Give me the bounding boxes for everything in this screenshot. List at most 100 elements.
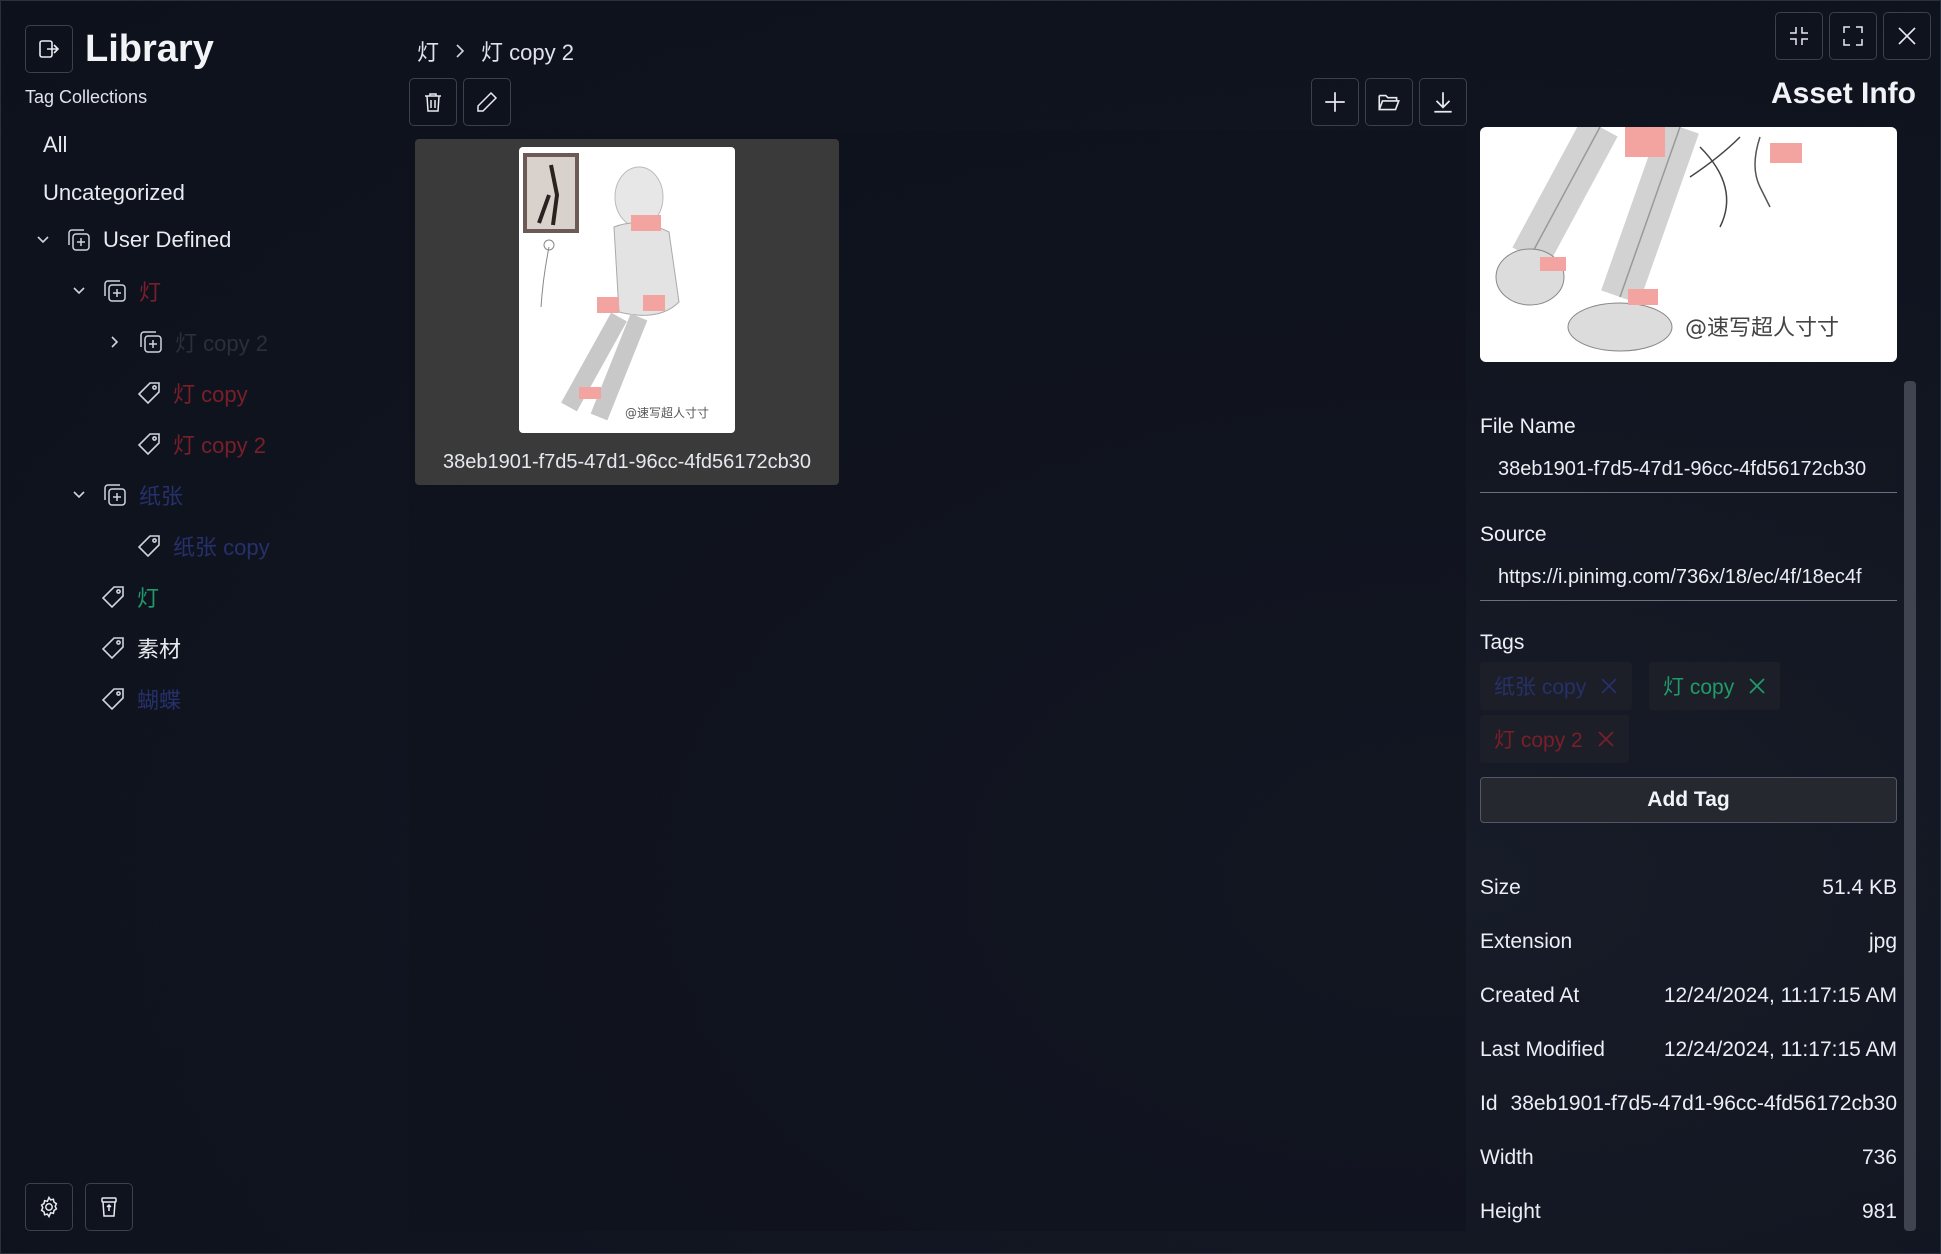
tree-item-all[interactable]: All — [43, 125, 67, 165]
close-icon — [1898, 27, 1916, 45]
tag-chip-deng-copy[interactable]: 灯 copy — [1649, 662, 1781, 710]
tag-chip-label: 纸张 copy — [1494, 676, 1587, 699]
prop-value: 12/24/2024, 11:17:15 AM — [1663, 1038, 1897, 1061]
settings-button[interactable] — [25, 1183, 73, 1231]
tree-item-collection-zhizhang[interactable]: 纸张 — [69, 475, 183, 515]
remove-tag-icon[interactable] — [1748, 677, 1766, 695]
tree-item-tag-deng[interactable]: 灯 — [99, 577, 159, 617]
folder-open-icon — [1378, 94, 1400, 111]
sidebar: Library Tag Collections All Uncategorize… — [1, 1, 406, 1254]
tag-icon — [99, 685, 127, 713]
prop-value: 981 — [1861, 1200, 1897, 1223]
prop-label: Last Modified — [1480, 1038, 1605, 1061]
prop-label: Created At — [1480, 984, 1580, 1007]
add-asset-button[interactable] — [1311, 78, 1359, 126]
preview-watermark: @速写超人寸寸 — [1685, 316, 1839, 341]
collection-icon — [101, 277, 129, 305]
prop-created-at: Created At 12/24/2024, 11:17:15 AM — [1480, 984, 1897, 1008]
chevron-down-icon[interactable] — [69, 485, 89, 505]
prop-label: Width — [1480, 1146, 1534, 1169]
download-icon — [1434, 92, 1452, 113]
prop-extension: Extension jpg — [1480, 930, 1897, 954]
prop-value: 12/24/2024, 11:17:15 AM — [1663, 984, 1897, 1007]
prop-height: Height 981 — [1480, 1200, 1897, 1224]
sidebar-header: Library — [25, 25, 214, 73]
prop-value: 736 — [1861, 1146, 1897, 1169]
tree-item-label: 素材 — [137, 637, 182, 662]
recycle-bin-button[interactable] — [85, 1183, 133, 1231]
breadcrumb-current[interactable]: 灯 copy 2 — [481, 35, 574, 67]
tree-item-collection-deng-copy-2[interactable]: 灯 copy 2 — [105, 322, 268, 362]
info-scrollbar[interactable] — [1904, 381, 1916, 1231]
close-button[interactable] — [1883, 12, 1931, 60]
tag-icon — [135, 430, 163, 458]
asset-card-caption: 38eb1901-f7d5-47d1-96cc-4fd56172cb30 — [442, 451, 812, 473]
tree-item-label: 灯 copy 2 — [173, 433, 266, 458]
open-folder-button[interactable] — [1365, 78, 1413, 126]
tag-chip-label: 灯 copy 2 — [1494, 729, 1583, 752]
tree-item-uncategorized[interactable]: Uncategorized — [43, 173, 185, 213]
tree-item-label: Uncategorized — [43, 180, 185, 205]
tree-item-label: 纸张 copy — [173, 535, 270, 560]
tag-chip-deng-copy-2[interactable]: 灯 copy 2 — [1480, 715, 1629, 763]
delete-button[interactable] — [409, 78, 457, 126]
tree-item-label: 灯 — [139, 280, 162, 305]
fullscreen-button[interactable] — [1829, 12, 1877, 60]
source-input[interactable]: https://i.pinimg.com/736x/18/ec/4f/18ec4… — [1480, 555, 1897, 601]
collection-icon — [101, 481, 129, 509]
window-controls — [1775, 12, 1931, 60]
tag-chip-zhizhang-copy[interactable]: 纸张 copy — [1480, 662, 1633, 710]
minimize-button[interactable] — [1775, 12, 1823, 60]
chevron-right-icon — [453, 43, 467, 59]
exit-button[interactable] — [25, 25, 73, 73]
chevron-down-icon[interactable] — [33, 230, 53, 250]
tag-collections-heading: Tag Collections — [25, 87, 148, 107]
collection-icon — [137, 328, 165, 356]
prop-last-modified: Last Modified 12/24/2024, 11:17:15 AM — [1480, 1038, 1897, 1062]
remove-tag-icon[interactable] — [1600, 677, 1618, 695]
tree-item-tag-zhizhang-copy[interactable]: 纸张 copy — [135, 526, 270, 566]
asset-card[interactable]: @速写超人寸寸 38eb1901-f7d5-47d1-96cc-4fd56172… — [415, 139, 839, 485]
asset-thumbnail: @速写超人寸寸 — [519, 147, 735, 433]
remove-tag-icon[interactable] — [1597, 730, 1615, 748]
rename-button[interactable] — [463, 78, 511, 126]
tree-item-tag-hudie[interactable]: 蝴蝶 — [99, 679, 181, 719]
prop-label: Id — [1480, 1092, 1498, 1115]
sidebar-footer — [25, 1183, 133, 1231]
prop-label: Size — [1480, 876, 1521, 899]
tag-icon — [135, 532, 163, 560]
tree-item-label: User Defined — [103, 227, 232, 252]
recycle-bin-icon — [101, 1197, 117, 1217]
prop-value: 51.4 KB — [1822, 876, 1897, 899]
tree-item-tag-deng-copy[interactable]: 灯 copy — [135, 373, 248, 413]
tree-item-tag-deng-copy-2[interactable]: 灯 copy 2 — [135, 424, 266, 464]
collection-icon — [65, 226, 93, 254]
plus-icon — [1325, 92, 1345, 112]
tree-item-tag-sucai[interactable]: 素材 — [99, 628, 181, 668]
prop-value: 38eb1901-f7d5-47d1-96cc-4fd56172cb30 — [1510, 1092, 1897, 1115]
tree-item-label: 灯 copy — [173, 382, 248, 407]
chevron-right-icon[interactable] — [105, 332, 125, 352]
tree-item-label: 纸张 — [139, 484, 184, 509]
breadcrumb: 灯 灯 copy 2 — [417, 35, 574, 67]
chevron-down-icon[interactable] — [69, 281, 89, 301]
download-button[interactable] — [1419, 78, 1467, 126]
toolbar-right — [1311, 78, 1467, 126]
prop-width: Width 736 — [1480, 1146, 1897, 1170]
tree-item-collection-deng[interactable]: 灯 — [69, 271, 161, 311]
file-name-label: File Name — [1480, 415, 1576, 438]
tree-item-user-defined[interactable]: User Defined — [33, 220, 231, 260]
prop-id: Id 38eb1901-f7d5-47d1-96cc-4fd56172cb30 — [1480, 1092, 1897, 1116]
prop-label: Height — [1480, 1200, 1541, 1223]
prop-size: Size 51.4 KB — [1480, 876, 1897, 900]
asset-preview: @速写超人寸寸 — [1480, 127, 1897, 362]
pencil-icon — [477, 91, 498, 112]
tag-icon — [135, 379, 163, 407]
gear-icon — [40, 1195, 58, 1219]
breadcrumb-parent[interactable]: 灯 — [417, 35, 439, 67]
source-label: Source — [1480, 523, 1547, 546]
thumbnail-watermark: @速写超人寸寸 — [625, 405, 709, 420]
file-name-input[interactable]: 38eb1901-f7d5-47d1-96cc-4fd56172cb30 — [1480, 447, 1897, 493]
trash-icon — [425, 93, 441, 112]
add-tag-button[interactable]: Add Tag — [1480, 777, 1897, 823]
